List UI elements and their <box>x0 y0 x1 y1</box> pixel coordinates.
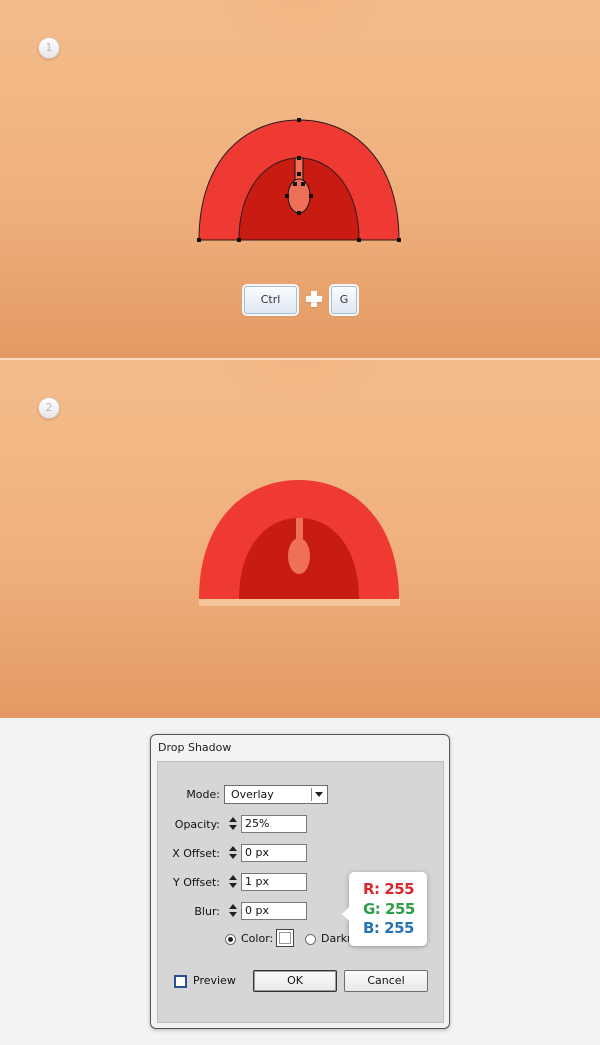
keyhole-oval <box>288 538 310 574</box>
opacity-stepper-icon[interactable] <box>226 815 240 832</box>
keyhole-oval <box>287 178 311 214</box>
darkness-radio[interactable] <box>305 934 316 945</box>
blue-value: B: 255 <box>363 919 414 937</box>
blur-stepper-icon[interactable] <box>226 902 240 919</box>
blur-label: Blur: <box>194 905 220 918</box>
color-label: Color: <box>241 932 274 945</box>
red-value: R: 255 <box>363 880 415 898</box>
rgb-value-callout: R: 255 G: 255 B: 255 <box>342 872 427 946</box>
y-offset-label: Y Offset: <box>173 876 220 889</box>
y-offset-input[interactable]: 1 px <box>241 873 307 891</box>
y-offset-stepper-icon[interactable] <box>226 873 240 890</box>
grouped-arch-artwork <box>199 480 400 606</box>
x-offset-input[interactable]: 0 px <box>241 844 307 862</box>
dialog-title: Drop Shadow <box>158 741 232 754</box>
mode-select[interactable]: Overlay <box>224 785 328 804</box>
cancel-button[interactable]: Cancel <box>344 970 428 992</box>
opacity-label: Opacity: <box>174 818 220 831</box>
selected-arch-artwork[interactable] <box>0 0 600 358</box>
preview-checkbox[interactable] <box>174 975 187 988</box>
ctrl-key: Ctrl <box>244 286 297 314</box>
opacity-input[interactable]: 25% <box>241 815 307 833</box>
select-separator <box>311 788 312 801</box>
mode-label: Mode: <box>186 788 220 801</box>
g-key: G <box>331 286 357 314</box>
ok-button[interactable]: OK <box>253 970 337 992</box>
shadow-color-swatch[interactable] <box>276 929 294 947</box>
step-2-panel: 2 <box>0 360 600 718</box>
green-value: G: 255 <box>363 900 415 918</box>
blur-input[interactable]: 0 px <box>241 902 307 920</box>
x-offset-stepper-icon[interactable] <box>226 844 240 861</box>
preview-label: Preview <box>193 974 236 987</box>
x-offset-label: X Offset: <box>172 847 220 860</box>
chevron-down-icon <box>315 792 323 797</box>
arch-base-strip <box>199 598 400 606</box>
plus-icon <box>306 291 322 307</box>
color-radio[interactable] <box>225 934 236 945</box>
mode-value: Overlay <box>231 788 274 801</box>
step-1-panel: 1 Ctrl G <box>0 0 600 358</box>
